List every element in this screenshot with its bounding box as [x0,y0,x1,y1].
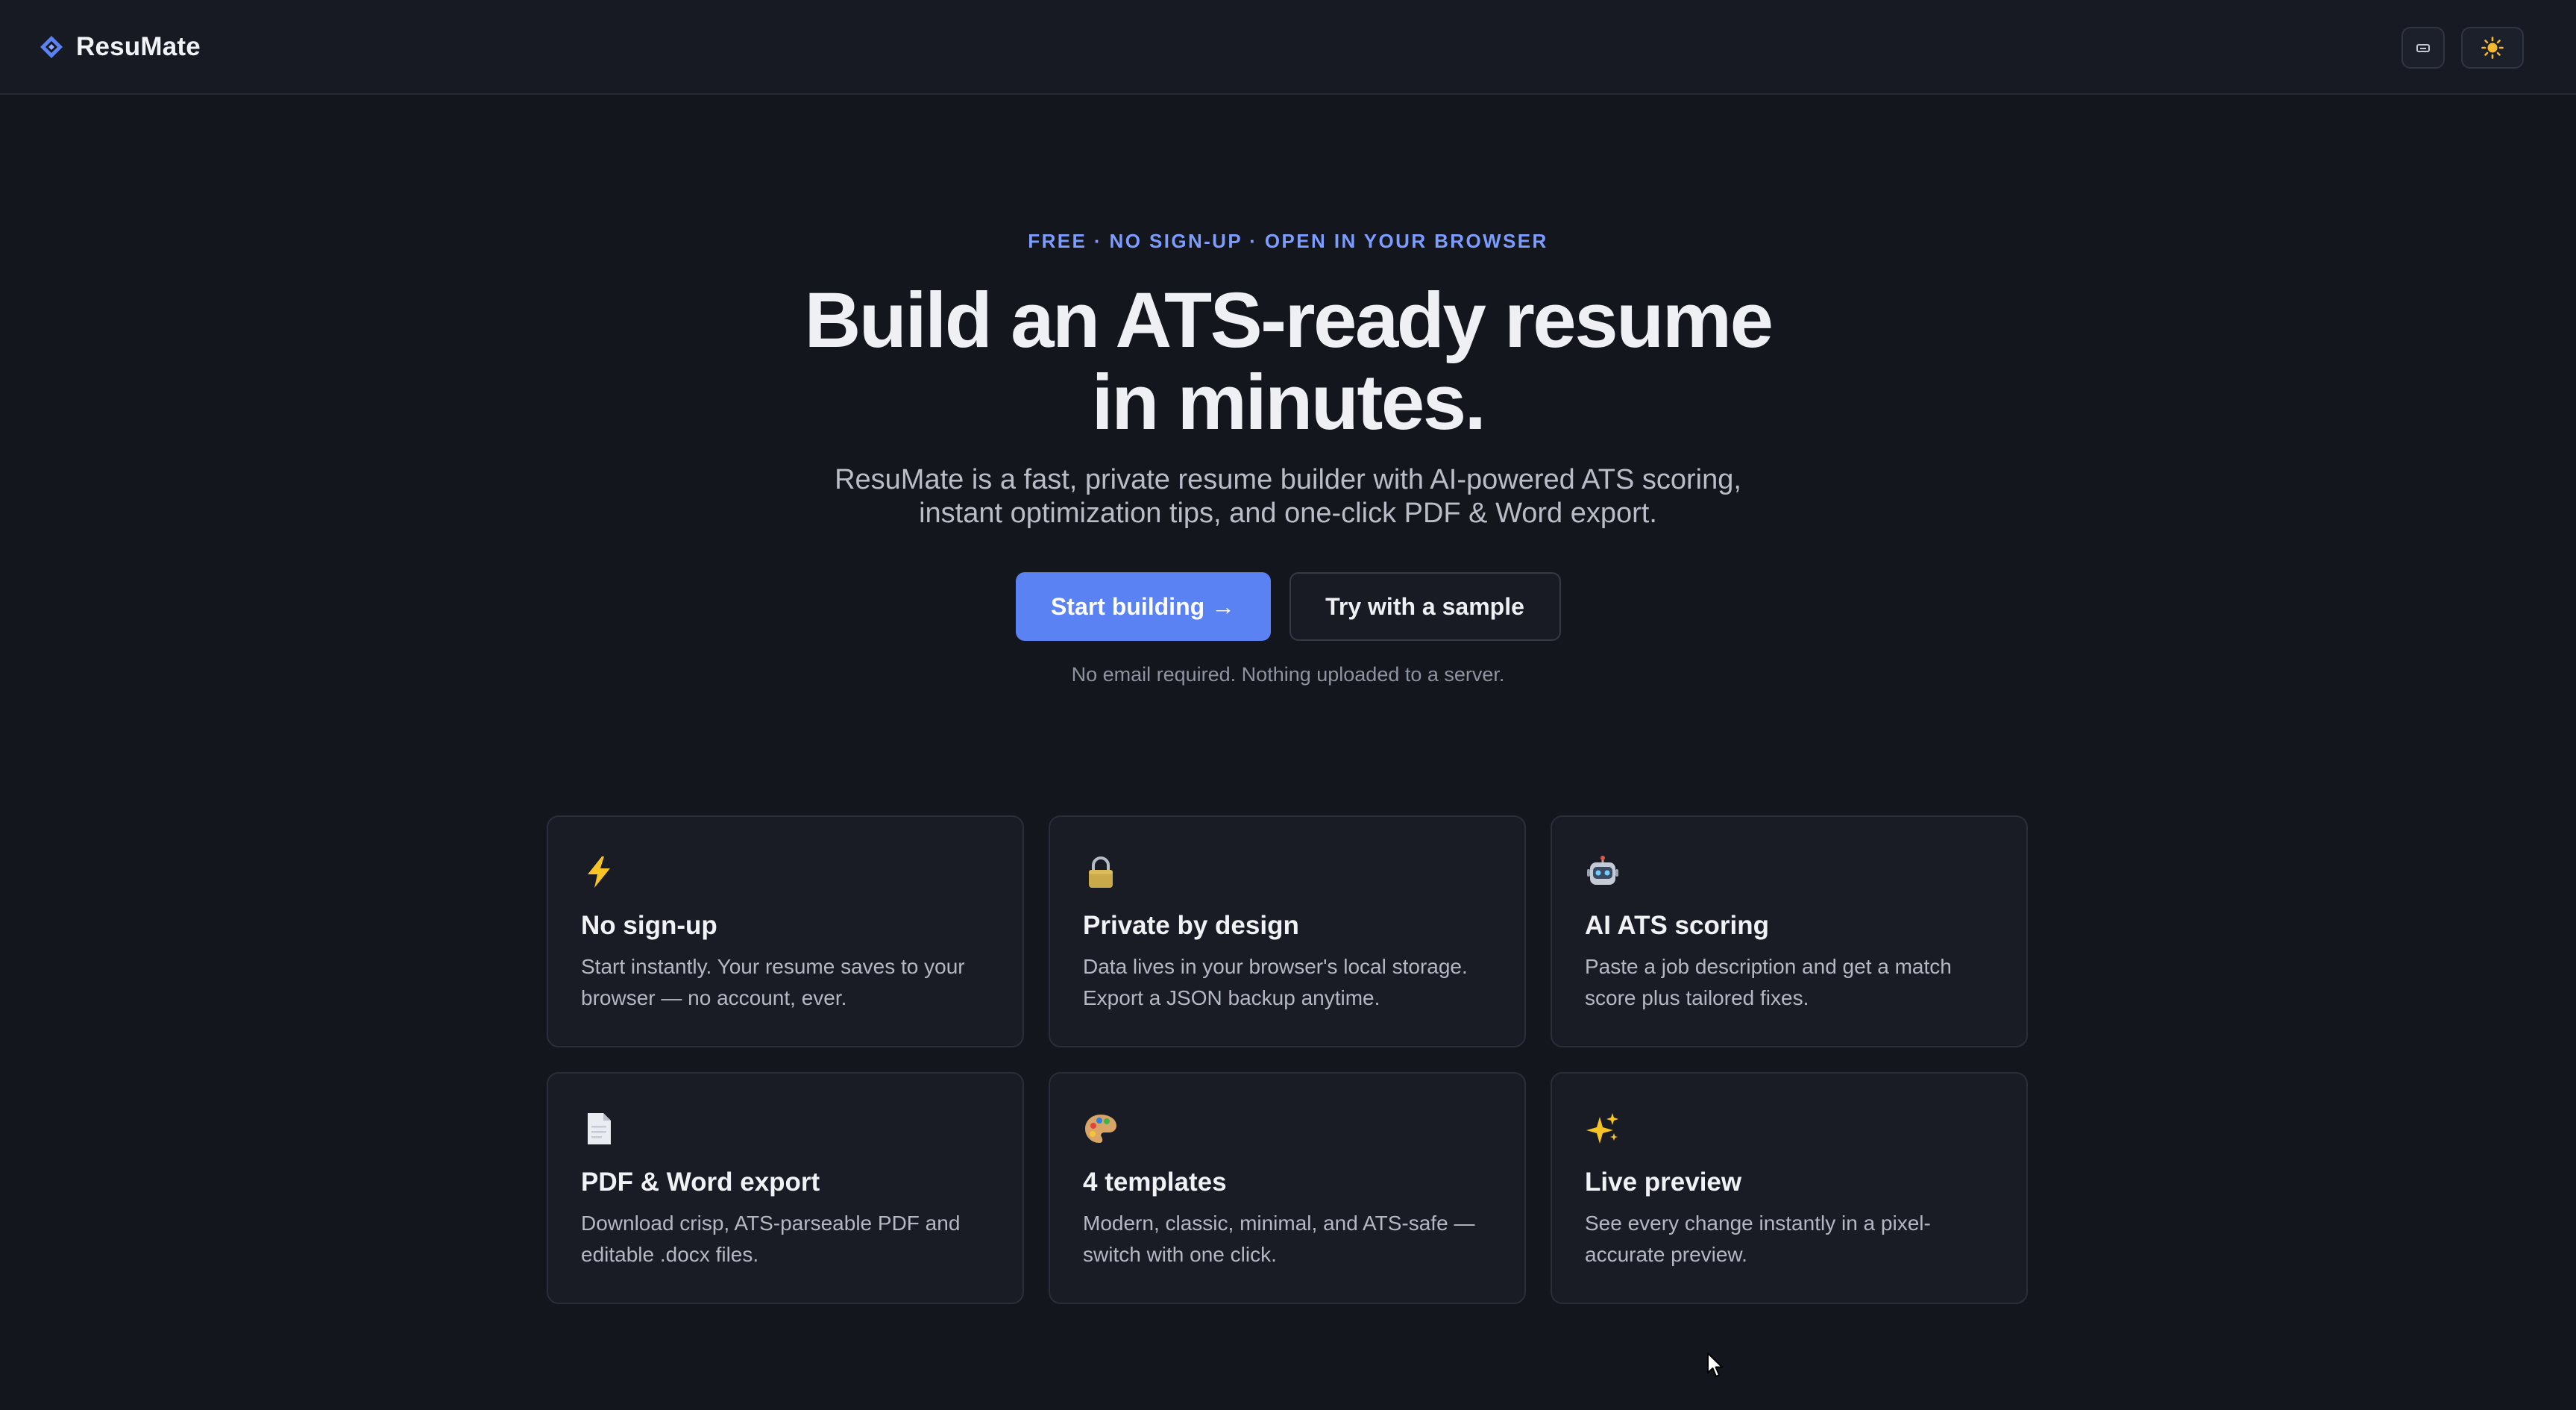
feature-title: Private by design [1083,911,1299,940]
brand-logo[interactable]: ResuMate [39,28,201,66]
features-grid: No sign-up Start instantly. Your resume … [547,815,2028,1304]
lock-icon [1089,856,1113,888]
sun-icon [2481,37,2504,59]
hero-eyebrow: FREE · NO SIGN-UP · OPEN IN YOUR BROWSER [1028,230,1548,252]
feature-card-export: PDF & Word export Download crisp, ATS-pa… [547,1072,1024,1304]
feature-card-live-preview: Live preview See every change instantly … [1551,1072,2028,1304]
document-icon [588,1113,611,1144]
diamond-logo-icon [40,36,63,58]
feature-title: PDF & Word export [581,1168,820,1197]
brand-name: ResuMate [76,32,201,61]
try-sample-button[interactable]: Try with a sample [1289,572,1561,641]
keyboard-shortcuts-button[interactable] [2401,27,2445,69]
palette-icon [1085,1115,1116,1143]
cta-row: Start building → Try with a sample [0,572,2576,641]
feature-card-no-signup: No sign-up Start instantly. Your resume … [547,815,1024,1047]
sparkles-icon [1586,1113,1618,1144]
start-building-button[interactable]: Start building → [1015,572,1271,641]
feature-title: No sign-up [581,911,717,940]
keyboard-icon [2416,43,2430,52]
feature-card-ai-ats: AI ATS scoring Paste a job description a… [1551,815,2028,1047]
feature-card-private: Private by design Data lives in your bro… [1049,815,1526,1047]
lightning-icon [588,856,610,888]
feature-description: Modern, classic, minimal, and ATS-safe —… [1083,1212,1475,1266]
privacy-note: No email required. Nothing uploaded to a… [1071,663,1505,686]
headline-line-2: in minutes. [1091,359,1486,446]
subhead-line-1: ResuMate is a fast, private resume build… [835,464,1741,495]
hero-subhead: ResuMate is a fast, private resume build… [0,463,2576,530]
robot-icon [1587,856,1618,885]
feature-title: AI ATS scoring [1585,911,1769,940]
feature-description: See every change instantly in a pixel- a… [1585,1212,1931,1266]
theme-toggle-button[interactable] [2461,27,2524,69]
top-nav-bar: ResuMate [0,0,2576,95]
headline-line-1: Build an ATS-ready resume [804,277,1774,364]
feature-description: Download crisp, ATS-parseable PDF and ed… [581,1212,961,1266]
subhead-line-2: instant optimization tips, and one-click… [919,498,1657,529]
feature-description: Data lives in your browser's local stora… [1083,955,1468,1009]
feature-title: 4 templates [1083,1168,1227,1197]
feature-card-templates: 4 templates Modern, classic, minimal, an… [1049,1072,1526,1304]
mouse-cursor-icon [1707,1353,1723,1377]
feature-description: Start instantly. Your resume saves to yo… [581,955,965,1009]
feature-description: Paste a job description and get a match … [1585,955,1952,1009]
feature-title: Live preview [1585,1168,1742,1197]
hero-headline: Build an ATS-ready resume in minutes. [0,280,2576,444]
